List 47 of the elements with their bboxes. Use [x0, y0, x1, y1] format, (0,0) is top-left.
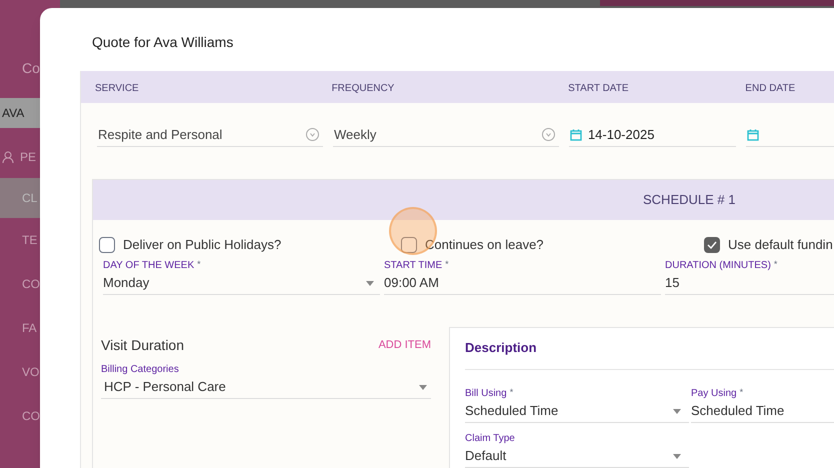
dropdown-caret-icon: [673, 454, 681, 458]
field-label: DAY OF THE WEEK: [103, 258, 194, 272]
calendar-icon: [746, 128, 759, 140]
field-label: START TIME: [384, 258, 442, 272]
input-field[interactable]: Weekly: [332, 123, 559, 147]
input-field[interactable]: 14-10-2025: [568, 123, 736, 147]
field-label: DURATION (MINUTES): [665, 258, 771, 272]
person-icon: [2, 150, 14, 164]
field-label: Billing Categories: [101, 362, 180, 376]
schedule-title: SCHEDULE # 1: [643, 191, 736, 210]
input-field[interactable]: HCP - Personal Care: [101, 376, 431, 398]
column-header: FREQUENCY: [332, 83, 394, 94]
chevron-circle-icon: [542, 128, 555, 141]
column-header: START DATE: [568, 83, 629, 94]
required-mark: *: [740, 386, 744, 398]
required-mark: *: [445, 258, 449, 270]
input-field[interactable]: 15: [665, 272, 834, 294]
sidebar-subtitle: Co: [22, 58, 40, 78]
chevron-circle-icon: [306, 128, 319, 141]
input-field[interactable]: Scheduled Time: [465, 400, 689, 422]
dropdown-caret-icon: [419, 384, 427, 390]
field-label: Bill Using: [465, 386, 507, 400]
checkmark-icon: [707, 240, 717, 249]
add-item-button[interactable]: ADD ITEM: [378, 336, 431, 354]
checkbox[interactable]: [401, 236, 417, 253]
dropdown-caret-icon: [673, 408, 681, 414]
checkbox-label: Deliver on Public Holidays?: [123, 236, 282, 254]
column-header: END DATE: [745, 83, 796, 94]
required-mark: *: [197, 258, 201, 270]
checkbox-label: Use default fundin: [728, 236, 833, 254]
dialog-title: Quote for Ava Williams: [92, 33, 234, 52]
input-field[interactable]: 09:00 AM: [384, 272, 661, 294]
checkbox[interactable]: [99, 236, 115, 253]
input-field[interactable]: Scheduled Time: [691, 400, 834, 422]
field-label: Pay Using: [691, 386, 737, 400]
input-field[interactable]: Monday: [103, 272, 380, 294]
section-title: Description: [465, 339, 537, 358]
checkbox[interactable]: [704, 236, 720, 253]
section-title: Visit Duration: [101, 336, 184, 354]
field-label: Claim Type: [465, 432, 515, 446]
column-header: SERVICE: [95, 83, 139, 94]
required-mark: *: [774, 258, 778, 270]
required-mark: *: [510, 386, 514, 398]
input-field[interactable]: Default: [465, 446, 689, 468]
calendar-icon: [570, 128, 582, 140]
input-field[interactable]: Respite and Personal: [97, 123, 323, 147]
dropdown-caret-icon: [366, 280, 374, 286]
